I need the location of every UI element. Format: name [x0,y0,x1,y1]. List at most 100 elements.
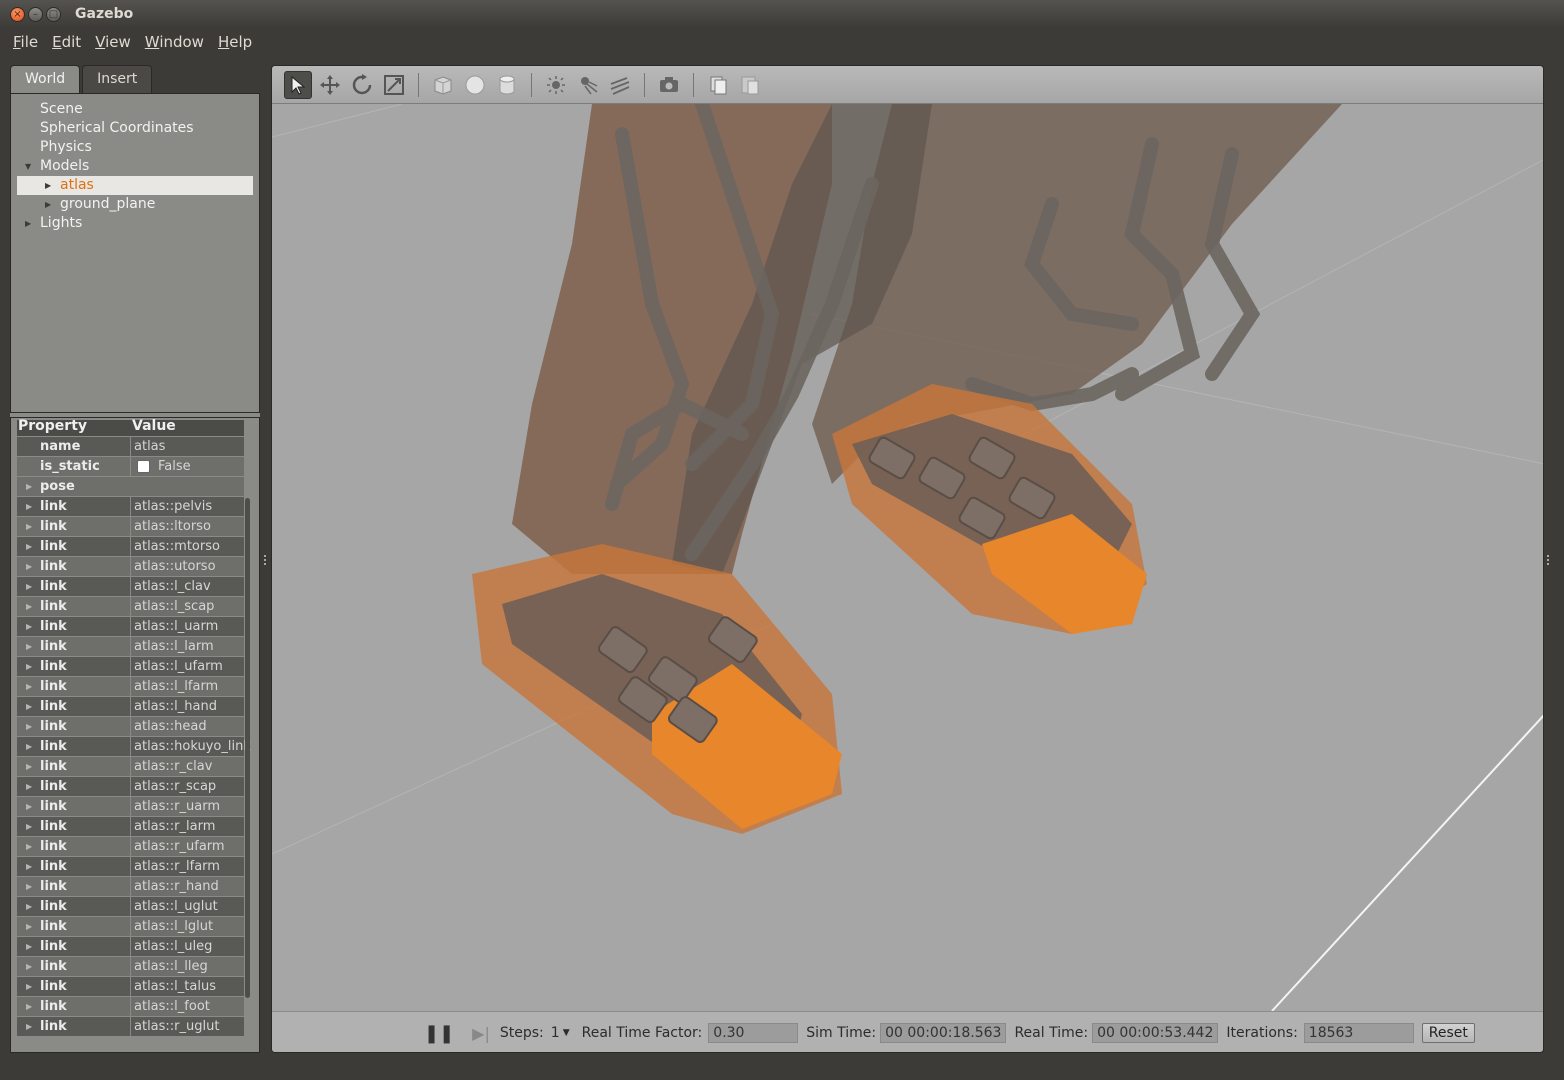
left-splitter-grip[interactable] [263,553,267,567]
expand-right-icon[interactable]: ▶ [26,662,32,671]
property-row-link[interactable]: ▶ link atlas::l_uglut [17,897,244,917]
property-row-link[interactable]: ▶ link atlas::l_talus [17,977,244,997]
menu-help[interactable]: Help [211,33,259,51]
menu-view[interactable]: View [88,33,138,51]
tab-world[interactable]: World [10,65,81,93]
minimize-window-button[interactable]: – [28,6,43,22]
translate-icon[interactable] [316,71,344,99]
scale-icon[interactable] [380,71,408,99]
property-row-link[interactable]: ▶ link atlas::r_hand [17,877,244,897]
expand-right-icon[interactable]: ▶ [26,862,32,871]
expand-right-icon[interactable]: ▶ [26,902,32,911]
expand-right-icon[interactable]: ▶ [26,882,32,891]
menu-window[interactable]: Window [138,33,211,51]
tree-item-models[interactable]: ▼ Models [11,157,259,176]
property-row-link[interactable]: ▶ link atlas::head [17,717,244,737]
3d-scene-view[interactable] [272,97,1543,1012]
property-row-link[interactable]: ▶ link atlas::l_lleg [17,957,244,977]
spot-light-icon[interactable] [574,71,602,99]
property-row-link[interactable]: ▶ link atlas::r_lfarm [17,857,244,877]
menu-edit[interactable]: Edit [45,33,88,51]
property-row-link[interactable]: ▶ link atlas::l_lglut [17,917,244,937]
expand-right-icon[interactable]: ▶ [26,982,32,991]
right-splitter-grip[interactable] [1546,553,1550,567]
expand-right-icon[interactable]: ▶ [45,176,51,195]
property-row-link[interactable]: ▶ link atlas::l_lfarm [17,677,244,697]
expand-right-icon[interactable]: ▶ [26,602,32,611]
property-row-link[interactable]: ▶ link atlas::l_scap [17,597,244,617]
box-icon[interactable] [429,71,457,99]
expand-right-icon[interactable]: ▶ [26,522,32,531]
property-row-pose[interactable]: ▶ pose [17,477,244,497]
expand-right-icon[interactable]: ▶ [45,195,51,214]
tree-item-atlas[interactable]: ▶ atlas [17,176,253,195]
screenshot-icon[interactable] [655,71,683,99]
step-icon[interactable]: ▶| [472,1024,490,1043]
property-row-name[interactable]: name atlas [17,437,244,457]
sphere-icon[interactable] [461,71,489,99]
expand-right-icon[interactable]: ▶ [26,822,32,831]
tree-item-ground-plane[interactable]: ▶ ground_plane [11,195,259,214]
expand-right-icon[interactable]: ▶ [26,1022,32,1031]
is-static-checkbox[interactable] [137,460,150,473]
expand-right-icon[interactable]: ▶ [26,722,32,731]
expand-right-icon[interactable]: ▶ [26,502,32,511]
property-row-link[interactable]: ▶ link atlas::utorso [17,557,244,577]
expand-right-icon[interactable]: ▶ [26,742,32,751]
expand-right-icon[interactable]: ▶ [26,802,32,811]
expand-right-icon[interactable]: ▶ [26,922,32,931]
reset-button[interactable]: Reset [1421,1023,1475,1043]
property-row-link[interactable]: ▶ link atlas::r_clav [17,757,244,777]
expand-right-icon[interactable]: ▶ [26,942,32,951]
expand-right-icon[interactable]: ▶ [26,622,32,631]
chevron-down-icon[interactable]: ▼ [563,1028,570,1038]
property-row-link[interactable]: ▶ link atlas::r_larm [17,817,244,837]
render-viewport[interactable]: ❚❚ ▶| Steps: 1 ▼ Real Time Factor: 0.30 … [271,65,1544,1053]
property-row-link[interactable]: ▶ link atlas::l_uarm [17,617,244,637]
property-row-link[interactable]: ▶ link atlas::l_foot [17,997,244,1017]
tree-item-spherical-coordinates[interactable]: Spherical Coordinates [11,119,259,138]
property-row-link[interactable]: ▶ link atlas::ltorso [17,517,244,537]
tree-item-physics[interactable]: Physics [11,138,259,157]
cylinder-icon[interactable] [493,71,521,99]
property-row-link[interactable]: ▶ link atlas::l_larm [17,637,244,657]
expand-right-icon[interactable]: ▶ [26,562,32,571]
steps-value[interactable]: 1 [551,1025,560,1041]
property-row-link[interactable]: ▶ link atlas::r_scap [17,777,244,797]
rotate-icon[interactable] [348,71,376,99]
expand-right-icon[interactable]: ▶ [26,1002,32,1011]
select-icon[interactable] [284,70,312,99]
close-window-button[interactable]: × [10,6,25,22]
expand-right-icon[interactable]: ▶ [26,962,32,971]
property-row-link[interactable]: ▶ link atlas::hokuyo_link [17,737,251,757]
pause-icon[interactable]: ❚❚ [424,1023,454,1044]
point-light-icon[interactable] [542,71,570,99]
menu-file[interactable]: File [6,33,45,51]
paste-icon[interactable] [736,71,764,99]
property-row-link[interactable]: ▶ link atlas::r_ufarm [17,837,244,857]
expand-right-icon[interactable]: ▶ [26,482,32,491]
property-row-link[interactable]: ▶ link atlas::l_hand [17,697,244,717]
expand-right-icon[interactable]: ▶ [26,702,32,711]
expand-right-icon[interactable]: ▶ [26,762,32,771]
property-row-link[interactable]: ▶ link atlas::l_uleg [17,937,244,957]
property-row-link[interactable]: ▶ link atlas::l_clav [17,577,244,597]
copy-icon[interactable] [704,71,732,99]
expand-right-icon[interactable]: ▶ [26,842,32,851]
expand-right-icon[interactable]: ▶ [25,214,31,233]
expand-down-icon[interactable]: ▼ [25,157,31,176]
maximize-window-button[interactable]: □ [46,6,61,22]
tree-item-lights[interactable]: ▶ Lights [11,214,259,233]
expand-right-icon[interactable]: ▶ [26,782,32,791]
property-row-link[interactable]: ▶ link atlas::r_uglut [17,1017,244,1037]
property-row-link[interactable]: ▶ link atlas::l_ufarm [17,657,244,677]
expand-right-icon[interactable]: ▶ [26,542,32,551]
expand-right-icon[interactable]: ▶ [26,682,32,691]
directional-light-icon[interactable] [606,71,634,99]
expand-right-icon[interactable]: ▶ [26,642,32,651]
property-row-link[interactable]: ▶ link atlas::mtorso [17,537,244,557]
tree-item-scene[interactable]: Scene [11,100,259,119]
property-row-link[interactable]: ▶ link atlas::r_uarm [17,797,244,817]
property-row-is-static[interactable]: is_static False [17,457,244,477]
property-scrollbar[interactable] [245,498,250,998]
